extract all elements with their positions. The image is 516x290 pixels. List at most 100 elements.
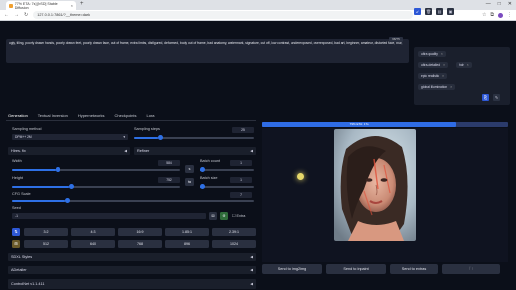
lock-ratio-button[interactable]: ⇆ [185,178,194,186]
dice-icon[interactable]: ⚄ [209,212,217,220]
tab-lora[interactable]: Lora [147,113,155,118]
style-chip[interactable]: hdr × [456,62,472,68]
seed-label: Seed [12,206,21,210]
trash-icon[interactable]: 🗑 [425,8,432,15]
slider-fill [134,137,158,139]
height-input[interactable]: 752 [158,177,180,183]
width-input[interactable]: 584 [158,160,180,166]
collapse-icon: ◀ [124,149,127,153]
style-chip[interactable]: global illumination × [418,84,456,90]
extensions-icon[interactable]: ⧉ [490,12,494,18]
batch-count-slider[interactable] [200,167,254,173]
tab-checkpoints[interactable]: Checkpoints [115,113,137,118]
batch-size-slider[interactable] [200,184,254,190]
batch-size-input[interactable]: 1 [230,177,252,183]
seed-input[interactable]: -1 [12,213,206,219]
width-label: Width [12,159,22,163]
style-chip[interactable]: epic realistic × [418,73,448,79]
new-tab-button[interactable]: + [80,1,84,7]
size-button[interactable]: 512 [24,240,68,248]
remove-icon[interactable]: × [443,63,445,67]
cfg-slider[interactable] [12,198,254,204]
sampling-steps-input[interactable]: 25 [232,127,254,133]
batch-count-input[interactable]: 1 [230,160,252,166]
generated-image[interactable] [334,129,416,241]
width-slider[interactable] [12,167,180,173]
style-chip[interactable]: ultra quality × [418,51,446,57]
height-slider[interactable] [12,184,180,190]
close-tab-icon[interactable]: × [71,3,73,8]
extra-checkbox[interactable]: ☐ Extra [232,213,245,218]
remove-icon[interactable]: × [450,85,452,89]
slider-knob[interactable] [69,184,74,190]
ratio-button[interactable]: 3:2 [24,228,68,236]
chevron-down-icon: ▾ [123,135,125,139]
reload-icon[interactable]: ↻ [24,12,28,18]
portrait-image [334,129,416,241]
maximize-button[interactable]: □ [498,1,501,7]
cfg-input[interactable]: 7 [230,192,252,198]
star-icon[interactable]: ☆ [482,12,486,18]
refiner-section[interactable]: Refiner ◀ [134,147,256,155]
remove-icon[interactable]: × [442,74,444,78]
tool-buttons: ↙ 🗑 ▤ ▣ [414,8,454,15]
collapse-icon: ◀ [250,149,253,153]
browser-tab[interactable]: 77% ETA: 7s] [bSD] Stable Diffusion × [6,1,76,10]
slider-fill [12,169,56,171]
size-button[interactable]: 1024 [212,240,256,248]
sdxl-styles-section[interactable]: SDXL Styles ◀ [8,253,256,261]
swap-icon[interactable]: ⇅ [12,228,20,236]
back-icon[interactable]: ← [4,12,9,18]
negative-prompt-input[interactable]: ugly, tiling, poorly drawn hands, poorly… [6,39,409,63]
calculator-icon[interactable]: ⊞ [12,240,20,248]
slider-knob[interactable] [55,167,61,173]
send-to-img2img-button[interactable]: Send to img2img [262,264,322,274]
menu-icon[interactable]: ⋮ [507,12,512,18]
tabs-divider [6,120,256,121]
apply-style-icon[interactable]: ⎘ [482,94,489,101]
progress-fill: 79% ETA: 17s [262,122,457,127]
tab-generation[interactable]: Generation [8,113,28,118]
adetailer-section[interactable]: ADetailer ◀ [8,266,256,274]
size-button[interactable]: 640 [71,240,115,248]
negative-prompt-text: ugly, tiling, poorly drawn hands, poorly… [9,41,403,45]
ratio-button[interactable]: 1.85:1 [165,228,209,236]
token-counter: 68/75 [389,37,403,42]
ratio-button[interactable]: 4:3 [71,228,115,236]
forward-icon[interactable]: → [14,12,19,18]
folder-button[interactable]: 🗀 [442,264,500,274]
size-button[interactable]: 896 [165,240,209,248]
main-tabs: Generation Textual Inversion Hypernetwor… [8,113,155,118]
remove-icon[interactable]: × [467,63,469,67]
url-field[interactable]: 127.0.0.1:7861/?__theme=dark [33,11,414,19]
arrow-icon[interactable]: ↙ [414,8,421,15]
send-to-inpaint-button[interactable]: Send to inpaint [326,264,386,274]
tab-textual-inversion[interactable]: Textual Inversion [38,113,68,118]
save-icon[interactable]: ▣ [447,8,454,15]
tab-hypernetworks[interactable]: Hypernetworks [78,113,105,118]
recycle-icon[interactable]: ♻ [220,212,228,220]
url-text: 127.0.0.1:7861/?__theme=dark [37,13,91,17]
clipboard-icon[interactable]: ▤ [436,8,443,15]
edit-style-icon[interactable]: ✎ [493,94,500,101]
avatar[interactable] [498,12,503,18]
remove-icon[interactable]: × [441,52,443,56]
hires-fix-section[interactable]: Hires. fix ◀ [8,147,130,155]
ratio-button[interactable]: 16:9 [118,228,162,236]
slider-knob[interactable] [200,167,205,173]
size-button[interactable]: 768 [118,240,162,248]
close-window-button[interactable]: ✕ [508,1,512,7]
slider-knob[interactable] [200,184,205,190]
sampling-method-select[interactable]: DPM++ 2M ▾ [12,134,128,140]
swap-dimensions-button[interactable]: ⇅ [185,165,194,173]
slider-knob[interactable] [158,135,163,141]
style-chip[interactable]: ultra-detailed × [418,62,448,68]
controlnet-section[interactable]: ControlNet v1.1.411 ◀ [8,279,256,289]
sampling-method-label: Sampling method [12,127,42,131]
minimize-button[interactable]: — [486,1,491,7]
ratio-button[interactable]: 2.39:1 [212,228,256,236]
sampling-steps-slider[interactable] [134,135,254,141]
send-to-extras-button[interactable]: Send to extras [390,264,438,274]
batch-size-label: Batch size [200,176,218,180]
slider-knob[interactable] [65,198,71,204]
